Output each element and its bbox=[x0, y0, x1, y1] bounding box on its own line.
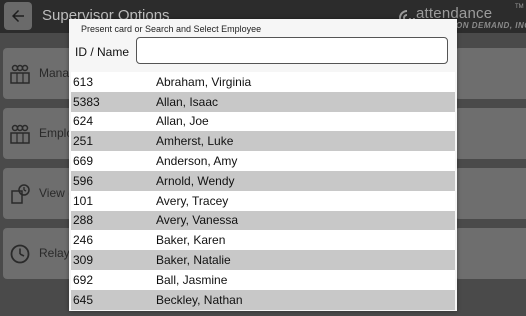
employee-id: 596 bbox=[73, 173, 94, 188]
employee-name: Amherst, Luke bbox=[156, 134, 234, 149]
back-button[interactable] bbox=[4, 2, 32, 30]
employee-name: Baker, Karen bbox=[156, 233, 226, 248]
employee-row[interactable]: 309 Baker, Natalie bbox=[71, 250, 455, 270]
employee-row[interactable]: 251 Amherst, Luke bbox=[71, 131, 455, 152]
right-panel-button[interactable] bbox=[455, 48, 526, 99]
employee-id: 692 bbox=[73, 272, 94, 287]
employee-name: Anderson, Amy bbox=[156, 154, 238, 169]
menu-button-relay[interactable]: Relay bbox=[3, 228, 78, 279]
employee-row[interactable]: 596 Arnold, Wendy bbox=[71, 170, 455, 191]
logo-trademark: TM bbox=[515, 4, 524, 10]
right-panel-button[interactable] bbox=[455, 228, 526, 279]
logo-subtext: ON DEMAND, INC. bbox=[456, 21, 526, 30]
menu-button-employees[interactable]: Emplo bbox=[3, 108, 78, 159]
menu-button-manage[interactable]: Manag bbox=[3, 48, 78, 99]
employee-id: 251 bbox=[73, 134, 94, 149]
employee-name: Allan, Isaac bbox=[156, 94, 219, 109]
employee-row[interactable]: 288 Avery, Vanessa bbox=[71, 210, 455, 231]
clock-icon bbox=[10, 244, 30, 264]
employees-icon bbox=[10, 124, 30, 144]
employee-row[interactable]: 613 Abraham, Virginia bbox=[71, 72, 455, 92]
employee-name: Abraham, Virginia bbox=[156, 74, 252, 89]
employee-id: 101 bbox=[73, 193, 94, 208]
employee-id: 309 bbox=[73, 253, 94, 268]
dialog-instruction: Present card or Search and Select Employ… bbox=[81, 24, 262, 34]
employee-name: Ball, Jasmine bbox=[156, 272, 228, 287]
employee-id: 613 bbox=[73, 74, 94, 89]
employee-row[interactable]: 692 Ball, Jasmine bbox=[71, 269, 455, 290]
employee-id: 645 bbox=[73, 292, 94, 307]
select-employee-dialog: Present card or Search and Select Employ… bbox=[69, 19, 457, 311]
employee-name: Avery, Vanessa bbox=[156, 213, 239, 228]
view-icon bbox=[11, 184, 30, 204]
id-name-search-input[interactable] bbox=[136, 37, 448, 64]
right-panel-button[interactable] bbox=[455, 108, 526, 159]
employee-name: Beckley, Nathan bbox=[156, 292, 243, 307]
employee-id: 288 bbox=[73, 213, 94, 228]
employee-name: Allan, Joe bbox=[156, 114, 209, 129]
menu-button-label: View ( bbox=[39, 186, 73, 200]
menu-button-label: Emplo bbox=[39, 126, 74, 140]
employee-id: 669 bbox=[73, 154, 94, 169]
employee-name: Arnold, Wendy bbox=[156, 173, 235, 188]
arrow-left-icon bbox=[12, 10, 24, 22]
employee-row[interactable]: 101 Avery, Tracey bbox=[71, 190, 455, 211]
manage-icon bbox=[10, 64, 30, 84]
employee-list[interactable]: 613 Abraham, Virginia 5383 Allan, Isaac 624 A… bbox=[71, 72, 455, 311]
menu-button-label: Relay bbox=[39, 246, 70, 260]
employee-row[interactable]: 246 Baker, Karen bbox=[71, 230, 455, 251]
right-panel-button[interactable] bbox=[455, 168, 526, 219]
employee-row[interactable]: 669 Anderson, Amy bbox=[71, 151, 455, 171]
employee-name: Avery, Tracey bbox=[156, 193, 229, 208]
employee-name: Baker, Natalie bbox=[156, 253, 231, 268]
menu-button-view[interactable]: View ( bbox=[3, 168, 78, 219]
employee-id: 624 bbox=[73, 114, 94, 129]
employee-id: 246 bbox=[73, 233, 94, 248]
employee-id: 5383 bbox=[73, 94, 100, 109]
employee-row[interactable]: 645 Beckley, Nathan bbox=[71, 289, 455, 310]
id-name-label: ID / Name bbox=[75, 45, 130, 59]
employee-row[interactable]: 5383 Allan, Isaac bbox=[71, 91, 455, 112]
employee-row[interactable]: 624 Allan, Joe bbox=[71, 111, 455, 132]
